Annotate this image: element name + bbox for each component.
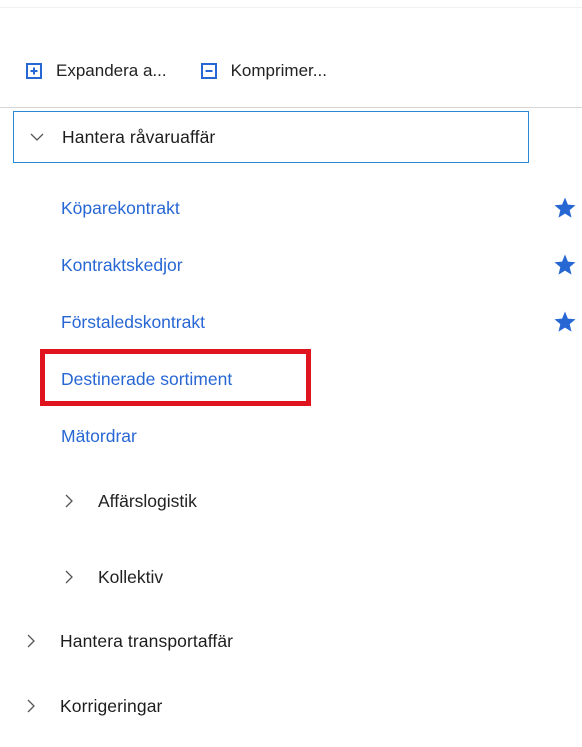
tree-subgroup-label: Affärslogistik — [98, 490, 197, 511]
tree-group-hantera-transportaffar[interactable]: Hantera transportaffär — [22, 626, 233, 656]
nav-link-matordrar[interactable]: Mätordrar — [61, 423, 137, 449]
nav-link-forstaledskontrakt[interactable]: Förstaledskontrakt — [61, 309, 205, 335]
tree-toolbar: Expandera a... Komprimer... — [26, 56, 327, 86]
favorite-star-icon[interactable] — [553, 310, 577, 334]
tree-subgroup-affarslogistik[interactable]: Affärslogistik — [60, 486, 197, 516]
tree-subgroup-label: Kollektiv — [98, 566, 164, 587]
plus-box-icon — [26, 63, 42, 79]
tree-group-korrigeringar[interactable]: Korrigeringar — [22, 691, 162, 721]
tree-subgroup-kollektiv[interactable]: Kollektiv — [60, 562, 163, 592]
navigation-pane: Expandera a... Komprimer... Hantera råva… — [0, 0, 582, 747]
nav-link-destinerade-sortiment[interactable]: Destinerade sortiment — [61, 366, 232, 392]
chevron-down-icon — [28, 128, 46, 146]
tree-group-hantera-ravaruaffar[interactable]: Hantera råvaruaffär — [13, 111, 529, 163]
collapse-all-button[interactable]: Komprimer... — [200, 56, 327, 86]
tree-group-label: Hantera råvaruaffär — [62, 126, 216, 147]
toolbar-divider — [0, 107, 582, 108]
chevron-right-icon — [22, 632, 40, 650]
favorite-star-icon[interactable] — [553, 196, 577, 220]
expand-all-button[interactable]: Expandera a... — [26, 56, 167, 86]
chevron-right-icon — [22, 697, 40, 715]
minus-box-icon — [200, 63, 217, 79]
favorite-star-icon[interactable] — [553, 253, 577, 277]
nav-link-kontraktskedjor[interactable]: Kontraktskedjor — [61, 252, 183, 278]
tree-group-label: Korrigeringar — [60, 695, 163, 716]
top-divider — [0, 7, 582, 8]
nav-link-koparekontrakt[interactable]: Köparekontrakt — [61, 195, 180, 221]
tree-group-label: Hantera transportaffär — [60, 630, 234, 651]
chevron-right-icon — [60, 492, 78, 510]
expand-all-label: Expandera a... — [56, 61, 167, 80]
collapse-all-label: Komprimer... — [230, 61, 327, 80]
chevron-right-icon — [60, 568, 78, 586]
